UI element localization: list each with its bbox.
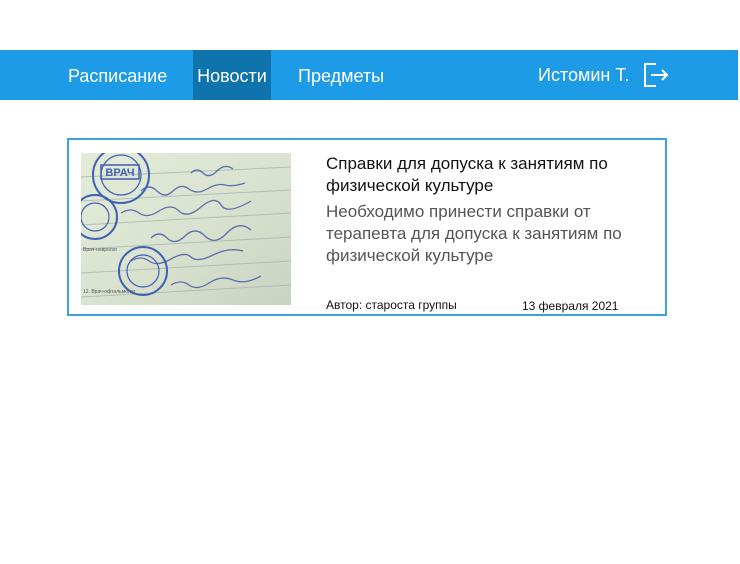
top-navbar: Расписание Новости Предметы Истомин Т.: [0, 50, 738, 100]
news-image: ВРАЧ 12. Врач-офтальмолог Врач-невролог: [81, 153, 291, 305]
user-name: Истомин Т.: [538, 65, 630, 85]
nav-item-label: Новости: [197, 66, 267, 86]
news-description: Необходимо принести справки от терапевта…: [326, 202, 622, 265]
news-date: 13 февраля 2021: [522, 299, 619, 313]
news-card[interactable]: ВРАЧ 12. Врач-офтальмолог Врач-невролог …: [67, 138, 667, 316]
nav-item-label: Предметы: [298, 66, 385, 86]
svg-text:Врач-невролог: Врач-невролог: [83, 247, 117, 253]
nav-item-label: Расписание: [68, 66, 168, 86]
svg-text:ВРАЧ: ВРАЧ: [105, 167, 134, 179]
news-author: Автор: староста группы: [326, 298, 457, 312]
news-title: Справки для допуска к занятиям по физиче…: [326, 154, 608, 195]
nav-item-news[interactable]: Новости: [193, 50, 271, 100]
nav-item-subjects[interactable]: Предметы: [298, 50, 384, 100]
nav-item-schedule[interactable]: Расписание: [68, 50, 167, 100]
logout-icon[interactable]: [643, 62, 671, 88]
svg-text:12. Врач-офтальмолог: 12. Врач-офтальмолог: [83, 289, 136, 295]
